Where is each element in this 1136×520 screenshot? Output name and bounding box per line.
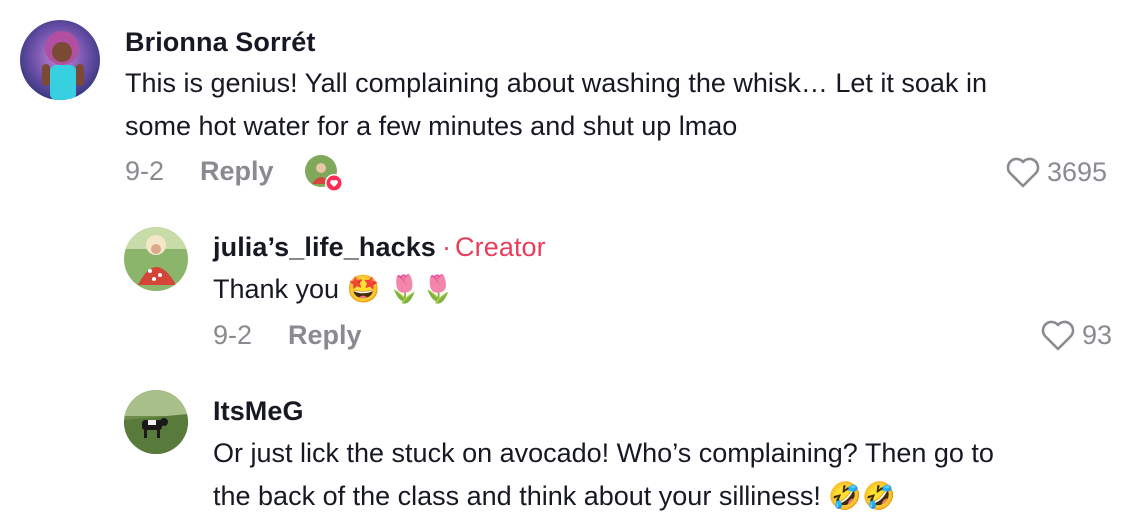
heart-icon (1006, 157, 1040, 188)
comment-text-line: This is genius! Yall complaining about w… (125, 68, 987, 98)
comment-date: 9-2 (125, 156, 165, 186)
comment-text-line: some hot water for a few minutes and shu… (125, 111, 738, 141)
comment-item: Brionna Sorrét This is genius! Yall comp… (0, 0, 1136, 200)
like-button[interactable]: 3695 (1005, 155, 1107, 189)
avatar[interactable] (124, 227, 188, 291)
comment-username-text[interactable]: julia’s_life_hacks (213, 232, 436, 262)
comment-reply-item: julia’s_life_hacks · Creator Thank you 🤩 🌷… (0, 200, 1136, 370)
heart-icon (1041, 320, 1075, 351)
like-count: 3695 (1047, 156, 1108, 187)
separator-dot: · (441, 232, 452, 262)
creator-liked-badge (304, 154, 343, 192)
like-button[interactable]: 93 (1040, 318, 1112, 352)
comment-username[interactable]: Brionna Sorrét (125, 27, 315, 58)
reply-button[interactable]: Reply (200, 156, 274, 187)
reply-button[interactable]: Reply (288, 320, 362, 351)
comment-reply-item: ItsMeG Or just lick the stuck on avocado… (0, 370, 1136, 520)
creator-badge: Creator (455, 232, 546, 262)
comment-username[interactable]: ItsMeG (213, 396, 304, 427)
comment-text-line: the back of the class and think about yo… (213, 481, 896, 511)
avatar[interactable] (124, 390, 188, 454)
comment-date: 9-2 (213, 320, 253, 350)
like-count: 93 (1082, 319, 1113, 350)
avatar[interactable] (20, 20, 100, 100)
comment-text-line: Thank you 🤩 🌷🌷 (213, 274, 455, 304)
comment-username[interactable]: julia’s_life_hacks · Creator (213, 232, 546, 263)
comment-text-line: Or just lick the stuck on avocado! Who’s… (213, 438, 994, 468)
